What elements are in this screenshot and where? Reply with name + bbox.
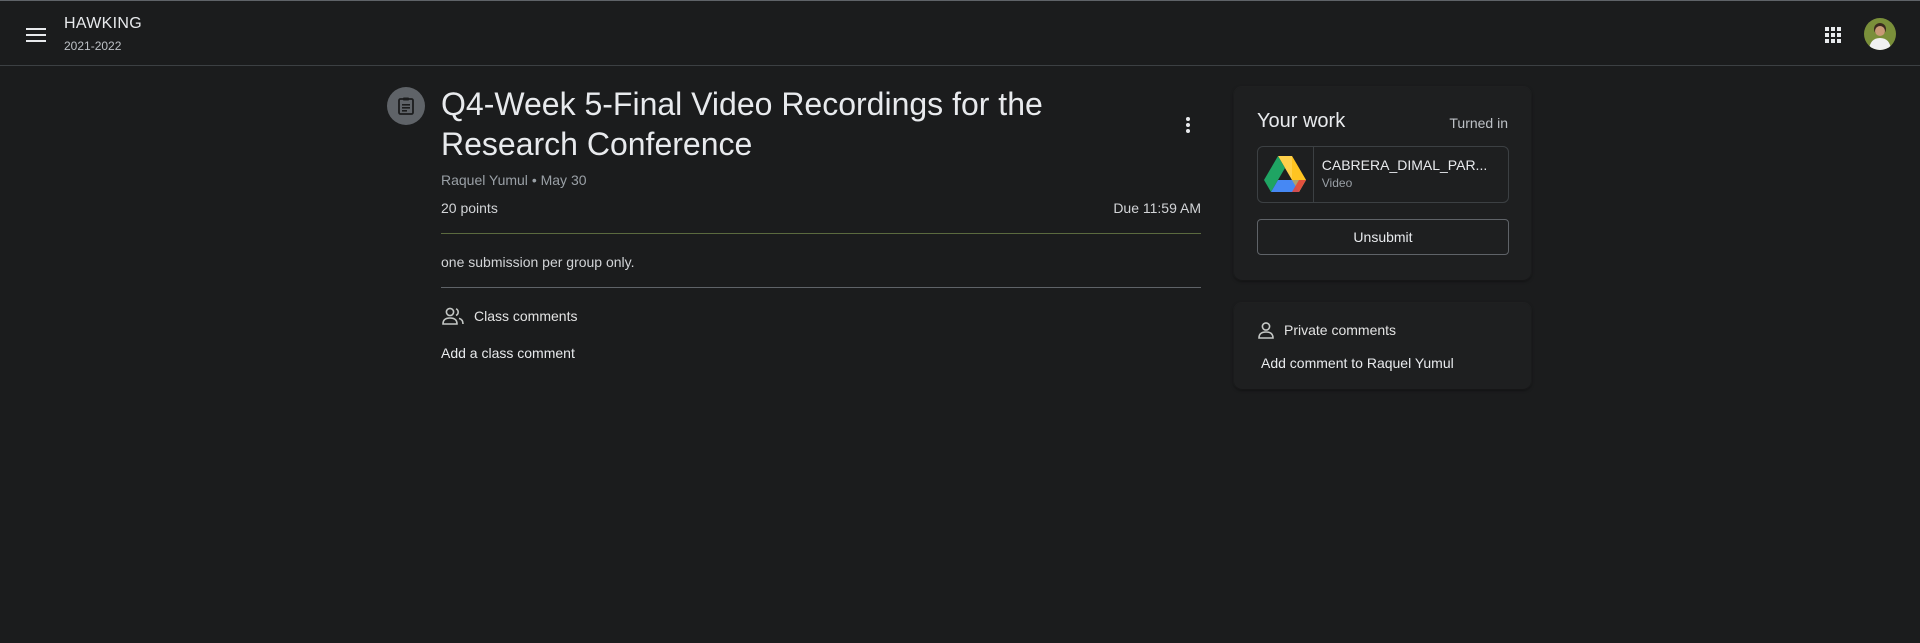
more-vert-icon xyxy=(1186,117,1190,133)
google-apps-button[interactable] xyxy=(1818,20,1848,50)
private-comments-header: Private comments xyxy=(1257,321,1396,339)
attachment-card[interactable]: CABRERA_DIMAL_PAR... Video xyxy=(1257,146,1509,203)
main-menu-button[interactable] xyxy=(18,17,54,53)
google-drive-icon xyxy=(1264,155,1307,192)
private-comments-label: Private comments xyxy=(1284,322,1397,338)
add-private-comment-link[interactable]: Add comment to Raquel Yumul xyxy=(1261,355,1454,371)
private-comments-card: Private comments Add comment to Raquel Y… xyxy=(1234,303,1531,389)
class-comments-header: Class comments xyxy=(441,306,577,326)
attachment-info: CABRERA_DIMAL_PAR... Video xyxy=(1314,147,1508,202)
hamburger-menu-icon xyxy=(26,28,46,42)
attachment-name: CABRERA_DIMAL_PAR... xyxy=(1321,157,1488,173)
class-comments-label: Class comments xyxy=(474,308,578,324)
google-apps-grid-icon xyxy=(1825,27,1841,43)
class-section: 2021-2022 xyxy=(64,39,122,53)
attachment-type: Video xyxy=(1321,176,1353,190)
attachment-thumbnail xyxy=(1258,147,1314,202)
assignment-instructions: one submission per group only. xyxy=(441,254,635,270)
instructions-divider xyxy=(441,287,1201,288)
assignment-due-time: Due 11:59 AM xyxy=(1113,200,1201,216)
assignment-meta: Raquel Yumul • May 30 xyxy=(441,172,587,188)
class-name[interactable]: HAWKING xyxy=(64,15,142,33)
your-work-title: Your work xyxy=(1257,110,1346,132)
assignment-title: Q4-Week 5-Final Video Recordings for the… xyxy=(441,86,1043,162)
teacher-name: Raquel Yumul xyxy=(441,172,528,188)
meta-separator: • xyxy=(531,172,537,188)
people-icon xyxy=(442,307,464,325)
assignment-more-options-button[interactable] xyxy=(1174,111,1202,139)
your-work-card: Your work Turned in CABRERA_DIMAL_PAR...… xyxy=(1234,87,1531,280)
top-app-bar: HAWKING 2021-2022 xyxy=(0,0,1920,66)
user-avatar-icon xyxy=(1864,18,1896,50)
posted-date: May 30 xyxy=(540,172,587,188)
assignment-icon xyxy=(387,87,425,125)
person-icon xyxy=(1258,322,1274,339)
unsubmit-button[interactable]: Unsubmit xyxy=(1257,219,1509,255)
assignment-points: 20 points xyxy=(441,200,498,216)
account-avatar[interactable] xyxy=(1864,18,1896,50)
submission-status: Turned in xyxy=(1449,115,1508,131)
add-class-comment-link[interactable]: Add a class comment xyxy=(441,345,575,361)
header-divider xyxy=(441,233,1201,234)
